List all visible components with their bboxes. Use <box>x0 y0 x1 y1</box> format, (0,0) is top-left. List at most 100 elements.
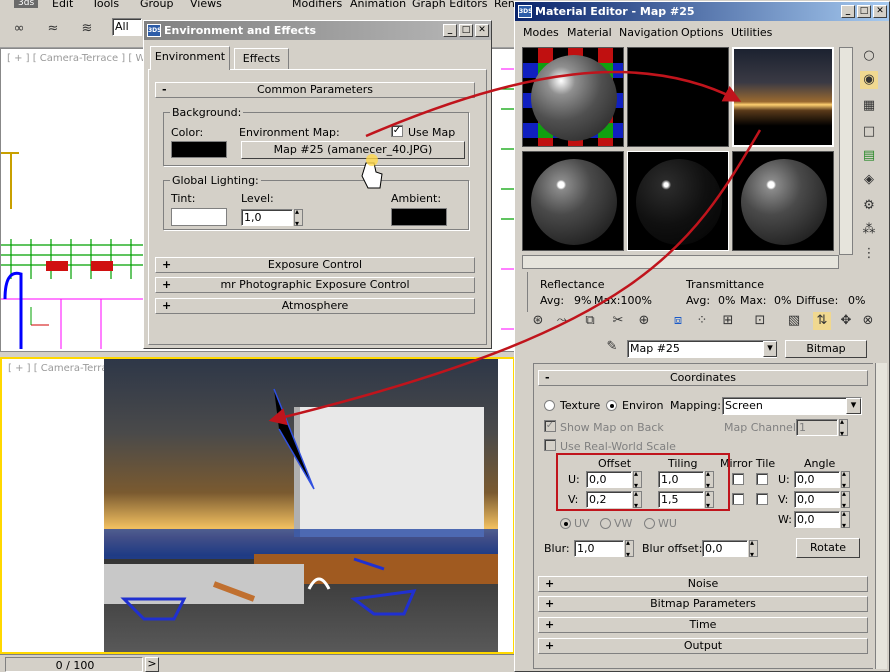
blur-offset-spinner[interactable] <box>749 538 758 559</box>
minimize-button[interactable]: _ <box>443 24 457 37</box>
rollout-bitmap-parameters[interactable]: + Bitmap Parameters <box>538 596 868 612</box>
tiling-u-input[interactable]: 1,0 <box>658 471 704 488</box>
ambient-color-swatch[interactable] <box>391 208 447 226</box>
mat-editor-titlebar[interactable]: 3DS Material Editor - Map #25 _ □ ✕ <box>515 2 889 21</box>
eyedropper-icon[interactable]: ✎ <box>603 338 621 356</box>
go-to-parent-icon[interactable]: ▧ <box>785 312 803 330</box>
environ-radio[interactable] <box>606 400 617 411</box>
select-by-material-icon[interactable]: ⁂ <box>860 221 878 239</box>
sample-slot-3-active[interactable] <box>732 47 834 147</box>
map-type-button[interactable]: Bitmap <box>785 340 867 358</box>
rollout-atmosphere[interactable]: + Atmosphere <box>155 298 475 314</box>
rollout-output[interactable]: + Output <box>538 638 868 654</box>
menu-views[interactable]: Views <box>190 0 222 10</box>
tint-color-swatch[interactable] <box>171 208 227 226</box>
mirror-v-checkbox[interactable] <box>732 493 744 505</box>
sample-slot-6[interactable] <box>732 151 834 251</box>
level-input[interactable]: 1,0 <box>241 209 293 226</box>
tile-u-checkbox[interactable] <box>756 473 768 485</box>
mirror-u-checkbox[interactable] <box>732 473 744 485</box>
tiling-v-input[interactable]: 1,5 <box>658 491 704 508</box>
maximize-button[interactable]: □ <box>857 5 871 18</box>
menu-group[interactable]: Group <box>140 0 174 10</box>
offset-v-spinner[interactable] <box>633 489 642 510</box>
show-map-in-viewport-icon[interactable]: ⊞ <box>719 312 737 330</box>
background-pattern-icon[interactable]: ▦ <box>860 97 878 115</box>
blur-spinner[interactable] <box>625 538 634 559</box>
menu-tools[interactable]: Tools <box>92 0 119 10</box>
link-icon[interactable]: ∞ <box>10 20 28 38</box>
sample-type-icon[interactable]: ○ <box>860 47 878 65</box>
assign-material-icon[interactable]: ⧉ <box>581 312 599 330</box>
offset-v-input[interactable]: 0,2 <box>586 491 632 508</box>
menu-rendering[interactable]: Ren <box>494 0 515 10</box>
make-unique-icon[interactable]: ⊕ <box>635 312 653 330</box>
backlight-icon[interactable]: ◉ <box>860 71 878 89</box>
level-spinner[interactable] <box>294 207 303 228</box>
viewport-bottom[interactable]: [ + ] [ Camera-Terrace ] [ Realistic ] <box>0 357 515 654</box>
menu-options[interactable]: Options <box>681 26 723 39</box>
close-button[interactable]: ✕ <box>873 5 887 18</box>
get-material-icon[interactable]: ⊛ <box>529 312 547 330</box>
map-name-input[interactable]: Map #25 <box>627 340 777 358</box>
tab-environment[interactable]: Environment <box>150 46 230 70</box>
options-icon[interactable]: ⚙ <box>860 197 878 215</box>
tiling-v-spinner[interactable] <box>705 489 714 510</box>
tab-effects[interactable]: Effects <box>234 48 289 70</box>
sample-slot-1[interactable] <box>522 47 624 147</box>
sample-slot-2[interactable] <box>627 47 729 147</box>
menu-navigation[interactable]: Navigation <box>619 26 678 39</box>
video-color-check-icon[interactable]: ▤ <box>860 147 878 165</box>
maximize-button[interactable]: □ <box>459 24 473 37</box>
use-map-checkbox[interactable]: ✓ <box>391 125 403 137</box>
close-button[interactable]: ✕ <box>475 24 489 37</box>
angle-u-spinner[interactable] <box>841 469 850 490</box>
next-frame-button[interactable]: > <box>145 657 159 672</box>
env-dialog-titlebar[interactable]: 3DS Environment and Effects _ □ ✕ <box>144 21 491 40</box>
slots-vscroll[interactable] <box>839 47 853 255</box>
angle-v-spinner[interactable] <box>841 489 850 510</box>
blur-offset-input[interactable]: 0,0 <box>702 540 748 557</box>
time-slider[interactable]: 0 / 100 <box>5 657 143 672</box>
slots-hscroll[interactable] <box>522 255 839 269</box>
offset-u-spinner[interactable] <box>633 469 642 490</box>
bind-space-warp-icon[interactable]: ≋ <box>78 20 96 38</box>
sample-slot-5[interactable] <box>627 151 729 251</box>
pick-from-object-icon[interactable]: ✥ <box>837 312 855 330</box>
angle-u-input[interactable]: 0,0 <box>794 471 840 488</box>
rollout-time[interactable]: + Time <box>538 617 868 633</box>
rollout-noise[interactable]: + Noise <box>538 576 868 592</box>
menu-modifiers[interactable]: Modifiers <box>292 0 342 10</box>
selection-filter-dropdown[interactable]: All <box>112 18 142 36</box>
rollout-common-parameters[interactable]: - Common Parameters <box>155 82 475 98</box>
minimize-button[interactable]: _ <box>841 5 855 18</box>
angle-w-spinner[interactable] <box>841 509 850 530</box>
rollout-mr-exposure[interactable]: + mr Photographic Exposure Control <box>155 277 475 293</box>
menu-utilities[interactable]: Utilities <box>731 26 772 39</box>
background-color-swatch[interactable] <box>171 141 227 158</box>
show-end-result-icon[interactable]: ⊡ <box>751 312 769 330</box>
mapping-dropdown[interactable]: Screen <box>722 397 862 415</box>
map-name-dropdown[interactable]: ▾ <box>763 341 777 357</box>
texture-radio[interactable] <box>544 400 555 411</box>
angle-v-input[interactable]: 0,0 <box>794 491 840 508</box>
sample-uv-tiling-icon[interactable]: □ <box>860 123 878 141</box>
reset-map-icon[interactable]: ✂ <box>609 312 627 330</box>
blur-input[interactable]: 1,0 <box>574 540 624 557</box>
tile-v-checkbox[interactable] <box>756 493 768 505</box>
rollout-exposure-control[interactable]: + Exposure Control <box>155 257 475 273</box>
app-logo[interactable]: 3ds <box>14 0 39 8</box>
sample-slot-4[interactable] <box>522 151 624 251</box>
mapping-dropdown-arrow[interactable]: ▾ <box>846 398 861 414</box>
make-preview-icon[interactable]: ◈ <box>860 171 878 189</box>
rollout-coordinates[interactable]: - Coordinates <box>538 370 868 386</box>
unlink-icon[interactable]: ≈ <box>44 20 62 38</box>
menu-animation[interactable]: Animation <box>350 0 406 10</box>
environment-map-button[interactable]: Map #25 (amanecer_40.JPG) <box>241 141 465 159</box>
put-to-library-icon[interactable]: ⧈ <box>669 312 687 330</box>
tiling-u-spinner[interactable] <box>705 469 714 490</box>
material-id-icon[interactable]: ⁘ <box>693 312 711 330</box>
offset-u-input[interactable]: 0,0 <box>586 471 632 488</box>
params-scrollbar[interactable] <box>875 363 887 669</box>
put-to-scene-icon[interactable]: ⤳ <box>553 312 571 330</box>
